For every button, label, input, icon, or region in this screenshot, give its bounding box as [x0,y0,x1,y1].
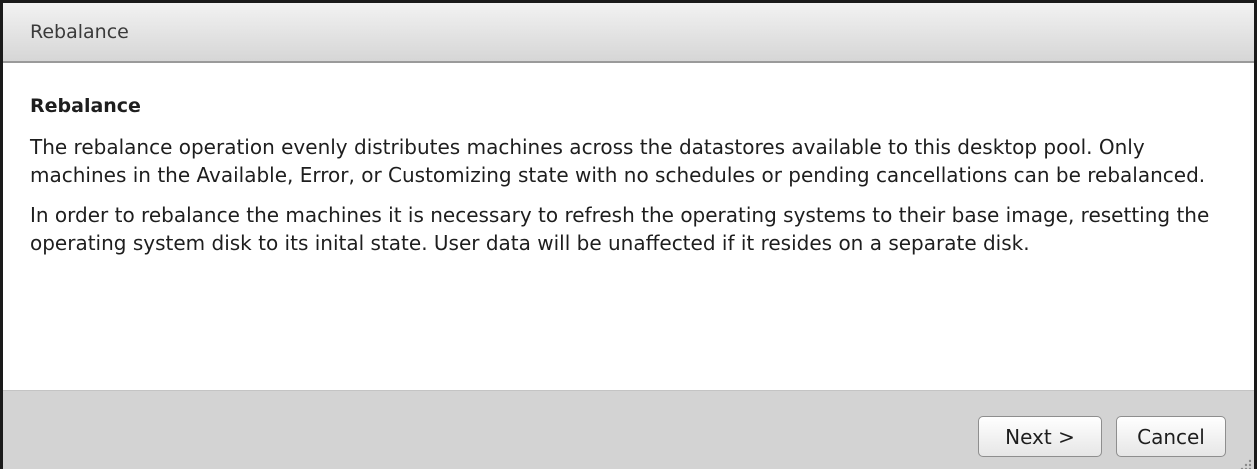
next-button[interactable]: Next > [978,416,1102,457]
resize-grip-icon[interactable] [1238,457,1252,469]
dialog-content: Rebalance The rebalance operation evenly… [3,63,1254,390]
content-heading: Rebalance [30,95,141,117]
rebalance-dialog: Rebalance Rebalance The rebalance operat… [0,0,1257,469]
dialog-title: Rebalance [30,21,129,43]
dialog-footer: Next > Cancel [3,390,1254,469]
description-paragraph-2: In order to rebalance the machines it is… [30,203,1210,255]
description-paragraph-1: The rebalance operation evenly distribut… [30,135,1206,187]
dialog-title-bar[interactable]: Rebalance [3,3,1254,63]
cancel-button[interactable]: Cancel [1116,416,1226,457]
